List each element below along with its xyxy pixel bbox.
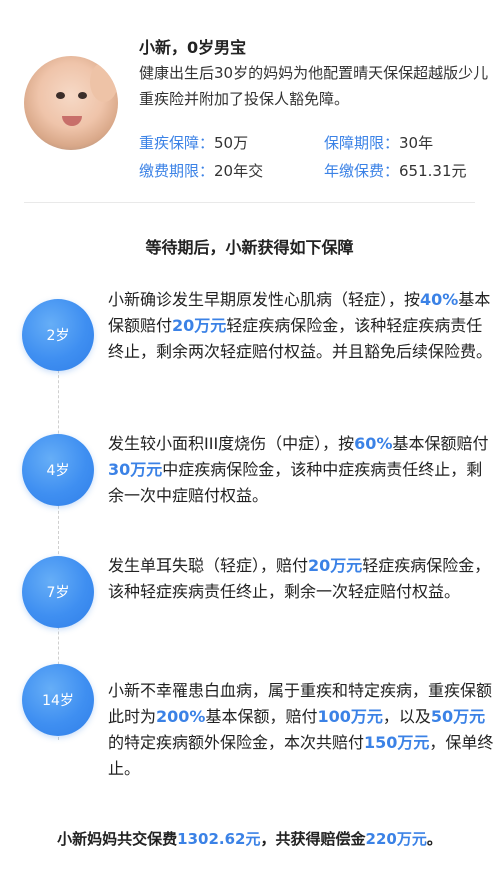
timeline-event-age-14: 小新不幸罹患白血病，属于重疾和特定疾病，重疾保额此时为200%基本保额，赔付10…	[108, 678, 494, 782]
timeline-event-age-7: 发生单耳失聪（轻症），赔付20万元轻症疾病保险金，该种轻症疾病责任终止，剩余一次…	[108, 553, 494, 605]
event-highlight: 100万元	[317, 707, 383, 726]
timeline-event-age-4: 发生较小面积III度烧伤（中症），按60%基本保额赔付 30万元中症疾病保险金，该…	[108, 431, 494, 509]
baby-avatar	[24, 56, 118, 150]
summary-text: ，共获得赔偿金	[260, 830, 366, 848]
event-text: 小新确诊发生早期原发性心肌病（轻症），按	[108, 290, 421, 309]
event-highlight: 60%	[354, 434, 393, 453]
info-value: 50万	[214, 134, 249, 152]
avatar-hand-shape	[90, 62, 118, 102]
info-critical-coverage: 重疾保障：50万	[139, 132, 248, 153]
summary-total-premium: 1302.62元	[177, 830, 261, 848]
info-annual-premium: 年缴保费：651.31元	[324, 160, 467, 181]
profile-card: 小新，0岁男宝 健康出生后30岁的妈妈为他配置晴天保保超越版少儿重疾险并附加了投…	[0, 0, 499, 200]
info-key: 缴费期限：	[139, 162, 215, 180]
info-value: 651.31元	[399, 162, 467, 180]
event-text: 基本保额赔付	[392, 434, 489, 453]
age-badge-7: 7岁	[22, 556, 94, 628]
profile-name: 小新，0岁男宝	[139, 38, 247, 57]
info-payment-term: 缴费期限：20年交	[139, 160, 263, 181]
profile-description: 健康出生后30岁的妈妈为他配置晴天保保超越版少儿重疾险并附加了投保人豁免障。	[139, 64, 489, 108]
info-key: 保障期限：	[324, 134, 400, 152]
summary-text: 小新妈妈共交保费	[57, 830, 178, 848]
event-highlight: 20万元	[308, 556, 363, 575]
event-text: 发生单耳失聪（轻症），赔付	[108, 556, 309, 575]
event-highlight: 40%	[420, 290, 459, 309]
avatar-eye-left	[56, 92, 65, 99]
timeline-event-age-2: 小新确诊发生早期原发性心肌病（轻症），按40%基本保额赔付20万元轻症疾病保险金…	[108, 287, 494, 365]
info-key: 年缴保费：	[324, 162, 400, 180]
info-coverage-term: 保障期限：30年	[324, 132, 433, 153]
age-badge-2: 2岁	[22, 299, 94, 371]
event-highlight: 30万元	[108, 460, 163, 479]
info-key: 重疾保障：	[139, 134, 215, 152]
summary-text: 。	[426, 830, 442, 848]
info-value: 30年	[399, 134, 434, 152]
age-badge-14: 14岁	[22, 664, 94, 736]
event-highlight: 200%	[156, 707, 206, 726]
info-value: 20年交	[214, 162, 264, 180]
event-highlight: 150万元	[364, 733, 430, 752]
event-text: ，以及	[382, 707, 431, 726]
event-text: 的特定疾病额外保险金，本次共赔付	[108, 733, 365, 752]
event-highlight: 50万元	[430, 707, 486, 726]
section-divider	[24, 202, 475, 203]
section-title: 等待期后，小新获得如下保障	[145, 238, 354, 257]
summary-line: 小新妈妈共交保费1302.62元，共获得赔偿金220万元。	[0, 828, 499, 849]
event-highlight: 20万元	[172, 316, 227, 335]
age-badge-4: 4岁	[22, 434, 94, 506]
avatar-eye-right	[78, 92, 87, 99]
event-text: 中症疾病保险金，该种中症疾病责任终止，剩余一次中症赔付权益。	[108, 460, 483, 505]
event-text: 基本保额，赔付	[205, 707, 318, 726]
summary-total-payout: 220万元	[365, 830, 427, 848]
avatar-mouth	[62, 116, 82, 126]
event-text: 发生较小面积III度烧伤（中症），按	[108, 434, 355, 453]
